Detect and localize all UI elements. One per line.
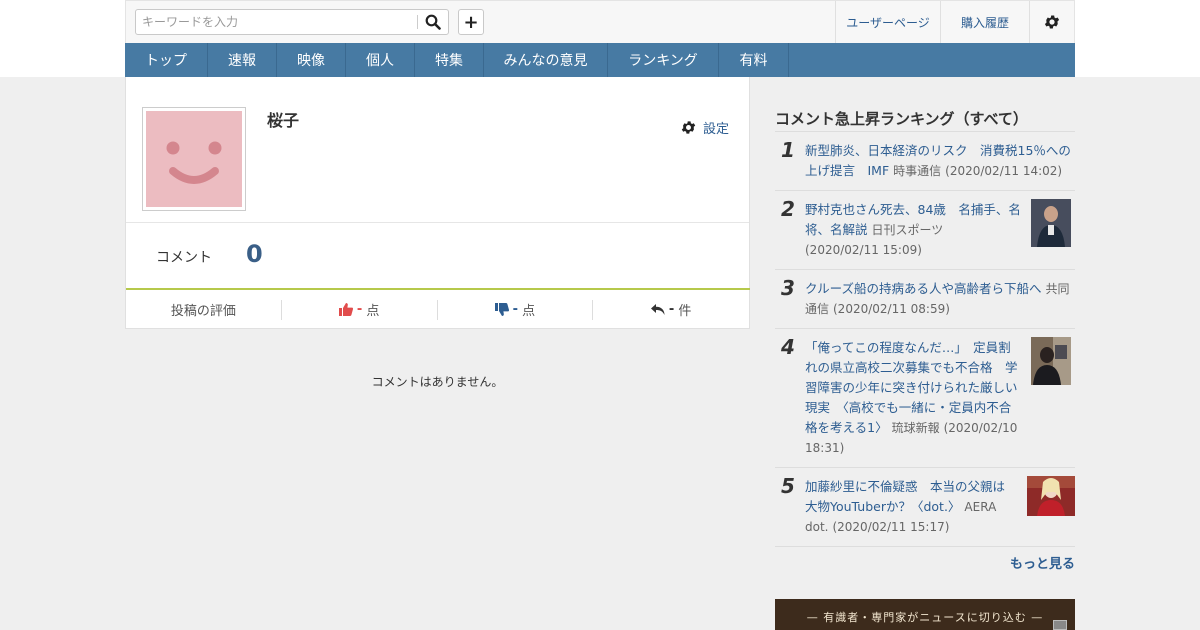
rank-date: (2020/02/11 14:02) (945, 164, 1063, 178)
nav-item-feature[interactable]: 特集 (415, 43, 484, 77)
rank-number: 3 (781, 276, 795, 300)
profile-card: 桜子 設定 コメント 0 投稿の評価 - 点 - 点 - 件 (125, 77, 750, 329)
avatar (142, 107, 246, 211)
good-rating-unit: 点 (366, 304, 380, 319)
reply-icon (650, 304, 665, 315)
purchase-history-link[interactable]: 購入履歴 (940, 1, 1029, 43)
rank-source: 時事通信 (893, 164, 942, 178)
ranking-item: 1 新型肺炎、日本経済のリスク 消費税15％への上げ提言 IMF 時事通信 (2… (775, 132, 1075, 191)
ranking-list: 1 新型肺炎、日本経済のリスク 消費税15％への上げ提言 IMF 時事通信 (2… (775, 132, 1075, 547)
good-rating: - 点 (282, 299, 438, 320)
ranking-item: 2 野村克也さん死去、84歳 名捕手、名将、名解説 日刊スポーツ (2020/0… (775, 191, 1075, 270)
nav-item-video[interactable]: 映像 (277, 43, 346, 77)
plus-icon: + (463, 11, 479, 33)
ranking-sidebar: コメント急上昇ランキング（すべて） 1 新型肺炎、日本経済のリスク 消費税15％… (775, 108, 1075, 572)
comment-count-value: 0 (246, 240, 263, 268)
bad-rating-value: - (512, 302, 519, 317)
search-divider (417, 15, 418, 29)
search-input[interactable] (136, 10, 418, 34)
rank-number: 4 (781, 335, 795, 359)
profile-name: 桜子 (267, 111, 300, 130)
gear-icon (681, 121, 696, 134)
smiley-face-icon (166, 141, 222, 184)
rating-label-text: 投稿の評価 (170, 304, 236, 319)
ad-banner[interactable]: — 有識者・専門家がニュースに切り込む — (775, 599, 1075, 630)
nav-item-paid[interactable]: 有料 (719, 43, 789, 77)
good-rating-value: - (356, 302, 363, 317)
rank-text: クルーズ船の持病ある人や高齢者ら下船へ 共同通信 (2020/02/11 08:… (805, 279, 1075, 319)
thumbs-down-icon (494, 303, 509, 316)
ranking-article-link[interactable]: クルーズ船の持病ある人や高齢者ら下船へ (805, 281, 1042, 296)
rank-text: 新型肺炎、日本経済のリスク 消費税15％への上げ提言 IMF 時事通信 (202… (805, 141, 1075, 181)
nav-item-top[interactable]: トップ (125, 43, 208, 77)
rank-number: 1 (781, 138, 795, 162)
main-nav: トップ 速報 映像 個人 特集 みんなの意見 ランキング 有料 (125, 43, 1075, 77)
ranking-item: 3 クルーズ船の持病ある人や高齢者ら下船へ 共同通信 (2020/02/11 0… (775, 270, 1075, 329)
search-icon (425, 14, 441, 30)
rating-label: 投稿の評価 (126, 299, 282, 320)
rating-stats: 投稿の評価 - 点 - 点 - 件 (126, 290, 749, 329)
reply-count-unit: 件 (678, 304, 692, 319)
bad-rating-unit: 点 (522, 304, 536, 319)
bad-rating: - 点 (438, 299, 594, 320)
article-thumbnail[interactable] (1031, 199, 1071, 247)
profile-settings-link[interactable]: 設定 (680, 118, 729, 137)
user-page-link[interactable]: ユーザーページ (835, 1, 940, 43)
thumbs-up-icon (338, 303, 353, 316)
rank-date: (2020/02/11 15:17) (832, 520, 950, 534)
empty-comments-message: コメントはありません。 (371, 375, 504, 389)
add-button[interactable]: + (458, 9, 484, 35)
rank-date: (2020/02/11 15:09) (805, 243, 922, 257)
site-header: + ユーザーページ 購入履歴 トップ 速報 映像 個人 特集 みんなの意見 ラン… (0, 0, 1200, 77)
reply-count-value: - (668, 302, 675, 317)
ranking-more-link[interactable]: もっと見る (775, 553, 1075, 572)
nav-item-ranking[interactable]: ランキング (608, 43, 719, 77)
rank-date: (2020/02/11 08:59) (833, 302, 950, 316)
reply-count: - 件 (593, 300, 749, 320)
nav-item-individual[interactable]: 個人 (346, 43, 415, 77)
avatar-image (146, 111, 242, 207)
rank-number: 5 (781, 474, 795, 498)
rank-number: 2 (781, 197, 795, 221)
rank-source: 日刊スポーツ (871, 223, 944, 237)
comment-count-label: コメント (156, 250, 212, 266)
header-user-links: ユーザーページ 購入履歴 (835, 1, 1074, 43)
masthead: + ユーザーページ 購入履歴 (125, 0, 1075, 43)
search-button[interactable] (422, 12, 444, 32)
ranking-item: 5 加藤紗里に不倫疑惑 本当の父親は大物YouTuberか？〈dot.〉 AER… (775, 468, 1075, 547)
gear-icon (1044, 15, 1060, 29)
nav-item-opinions[interactable]: みんなの意見 (484, 43, 608, 77)
divider (126, 222, 749, 223)
article-thumbnail[interactable] (1027, 476, 1075, 516)
settings-label: 設定 (702, 122, 729, 137)
header-settings-button[interactable] (1029, 1, 1074, 43)
banner-expand-icon[interactable] (1053, 620, 1067, 630)
ranking-item: 4 「俺ってこの程度なんだ…」 定員割れの県立高校二次募集でも不合格 学習障害の… (775, 329, 1075, 468)
banner-text: — 有識者・専門家がニュースに切り込む — (806, 611, 1044, 624)
article-thumbnail[interactable] (1031, 337, 1071, 385)
ranking-title: コメント急上昇ランキング（すべて） (775, 108, 1075, 132)
search-box (135, 9, 449, 35)
nav-item-breaking[interactable]: 速報 (208, 43, 277, 77)
rank-source: 琉球新報 (891, 421, 940, 435)
